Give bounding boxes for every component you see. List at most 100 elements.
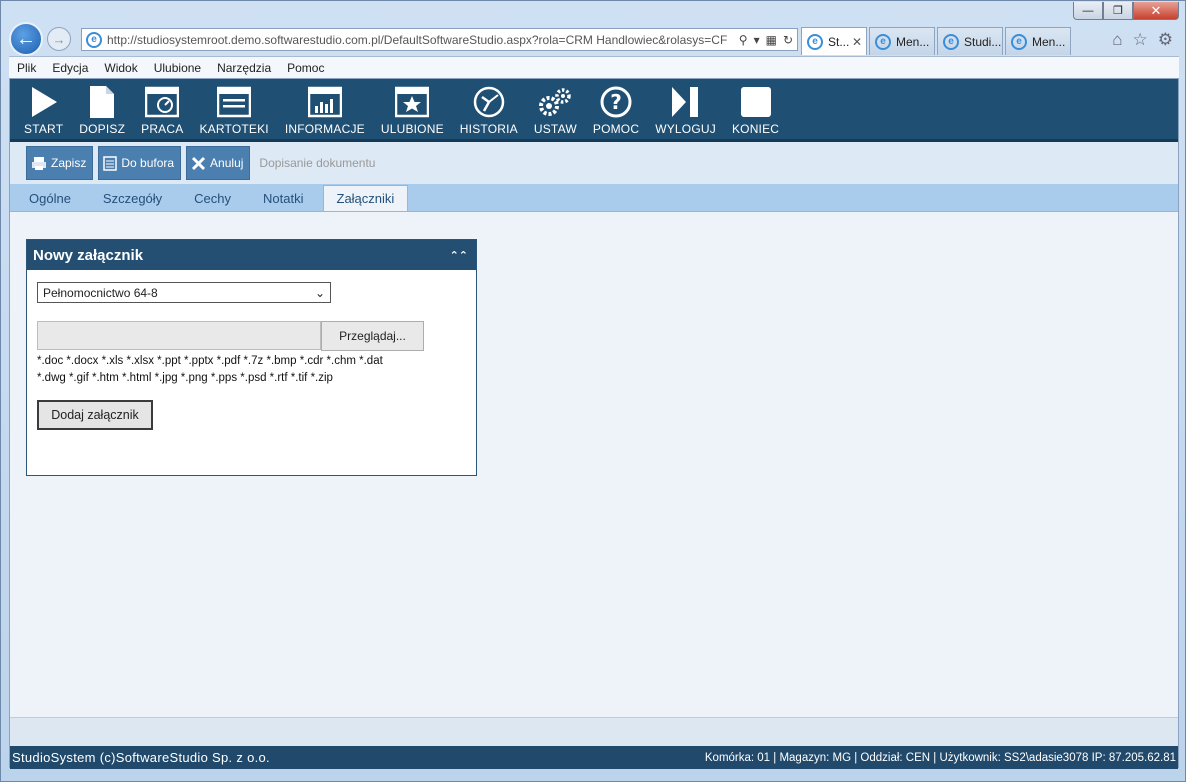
allowed-extensions: *.doc *.docx *.xls *.xlsx *.ppt *.pptx *…: [37, 353, 467, 387]
arrow-left-icon: ←: [16, 27, 36, 50]
toolbar-label: USTAW: [533, 122, 577, 136]
tab-notatki[interactable]: Notatki: [250, 185, 316, 211]
extensions-line: *.doc *.docx *.xls *.xlsx *.ppt *.pptx *…: [37, 355, 383, 367]
menu-narzedzia[interactable]: Narzędzia: [209, 61, 279, 75]
arrow-right-icon: →: [52, 31, 66, 47]
status-bar: StudioSystem (c)SoftwareStudio Sp. z o.o…: [10, 746, 1178, 769]
toolbar-label: HISTORIA: [459, 122, 518, 136]
play-icon: [29, 85, 59, 119]
toolbar-label: ULUBIONE: [380, 122, 444, 136]
ie-tab-icon: e: [943, 33, 959, 50]
toolbar-start-button[interactable]: START: [16, 79, 71, 139]
status-copyright: StudioSystem (c)SoftwareStudio Sp. z o.o…: [12, 750, 270, 765]
svg-text:?: ?: [610, 90, 622, 114]
stop-icon: [740, 85, 772, 119]
help-icon: ?: [599, 85, 633, 119]
close-window-button[interactable]: ✕: [1133, 2, 1179, 20]
toolbar-label: KONIEC: [731, 122, 780, 136]
toolbar-label: START: [24, 122, 64, 136]
file-path-input[interactable]: [37, 321, 321, 350]
select-value: Pełnomocnictwo 64-8: [43, 285, 158, 300]
menu-ulubione[interactable]: Ulubione: [146, 61, 209, 75]
browser-tab-label: Studi...: [964, 34, 1002, 49]
browser-tab-2[interactable]: e Men...: [869, 27, 935, 55]
forward-button[interactable]: →: [47, 27, 71, 51]
document-icon: [89, 85, 115, 119]
toolbar-historia-button[interactable]: HISTORIA: [452, 79, 526, 139]
toolbar-ustaw-button[interactable]: USTAW: [526, 79, 585, 139]
minimize-button[interactable]: —: [1073, 2, 1103, 20]
browser-tab-label: Men...: [896, 34, 930, 49]
extensions-line: *.dwg *.gif *.htm *.html *.jpg *.png *.p…: [37, 372, 333, 384]
toolbar-label: DOPISZ: [79, 122, 126, 136]
back-button[interactable]: ←: [9, 22, 43, 56]
toolbar-label: WYLOGUJ: [655, 122, 716, 136]
refresh-icon[interactable]: ↻: [783, 33, 793, 47]
toolbar-label: INFORMACJE: [284, 122, 365, 136]
dropdown-icon[interactable]: ▾: [754, 33, 760, 47]
tab-ogolne[interactable]: Ogólne: [16, 185, 84, 211]
breadcrumb: Dopisanie dokumentu: [259, 156, 376, 170]
tab-cechy[interactable]: Cechy: [181, 185, 244, 211]
menu-plik[interactable]: Plik: [9, 61, 44, 75]
panel-header: Nowy załącznik ⌃⌃: [27, 240, 476, 270]
cancel-button[interactable]: Anuluj: [186, 146, 251, 180]
toolbar-label: KARTOTEKI: [199, 122, 269, 136]
toolbar-dopisz-button[interactable]: DOPISZ: [71, 79, 133, 139]
toolbar-praca-button[interactable]: PRACA: [133, 79, 191, 139]
toolbar-koniec-button[interactable]: KONIEC: [724, 79, 787, 139]
history-icon: [472, 85, 506, 119]
toolbar-label: PRACA: [141, 122, 184, 136]
collapse-icon[interactable]: ⌃⌃: [450, 249, 468, 262]
search-icon[interactable]: ⚲: [739, 33, 748, 47]
close-tab-icon[interactable]: ✕: [852, 35, 862, 49]
browser-tab-3[interactable]: e Studi...: [937, 27, 1003, 55]
add-attachment-button[interactable]: Dodaj załącznik: [37, 400, 153, 430]
toolbar-ulubione-button[interactable]: ULUBIONE: [373, 79, 452, 139]
title-bar: — ❐ ✕: [1, 1, 1185, 23]
browser-tab-4[interactable]: e Men...: [1005, 27, 1071, 55]
menu-widok[interactable]: Widok: [96, 61, 145, 75]
browser-tab-label: St...: [828, 34, 850, 49]
menu-edycja[interactable]: Edycja: [44, 61, 96, 75]
tab-strip: Ogólne Szczegóły Cechy Notatki Załącznik…: [10, 184, 1178, 212]
ie-tab-icon: e: [807, 33, 823, 50]
compatibility-icon[interactable]: ▦: [766, 33, 777, 47]
menu-pomoc[interactable]: Pomoc: [279, 61, 332, 75]
browser-tab-1[interactable]: e St... ✕: [801, 27, 867, 55]
chevron-down-icon: ⌄: [314, 285, 326, 300]
star-icon: [395, 85, 430, 119]
buffer-button[interactable]: Do bufora: [98, 146, 182, 180]
address-url[interactable]: http://studiosystemroot.demo.softwarestu…: [107, 33, 735, 47]
bar-chart-icon: [307, 85, 342, 119]
save-button[interactable]: Zapisz: [26, 146, 94, 180]
tab-zalaczniki[interactable]: Załączniki: [322, 185, 409, 211]
home-icon[interactable]: ⌂: [1112, 30, 1122, 50]
browser-tab-label: Men...: [1032, 34, 1066, 49]
browse-button[interactable]: Przeglądaj...: [321, 321, 424, 351]
toolbar-label: POMOC: [592, 122, 640, 136]
favorites-icon[interactable]: ☆: [1133, 30, 1148, 50]
toolbar-kartoteki-button[interactable]: KARTOTEKI: [191, 79, 276, 139]
panel-title: Nowy załącznik: [33, 246, 144, 264]
footer-strip: [10, 718, 1178, 746]
maximize-button[interactable]: ❐: [1103, 2, 1133, 20]
tab-szczegoly[interactable]: Szczegóły: [90, 185, 175, 211]
status-session-info: Komórka: 01 | Magazyn: MG | Oddział: CEN…: [704, 751, 1176, 764]
toolbar-wyloguj-button[interactable]: WYLOGUJ: [647, 79, 724, 139]
logout-icon: [670, 85, 702, 119]
buffer-label: Do bufora: [121, 156, 175, 170]
address-bar[interactable]: e http://studiosystemroot.demo.softwares…: [81, 28, 798, 51]
browser-window: — ❐ ✕ ← → e http://studiosystemroot.demo…: [0, 0, 1186, 782]
toolbar-informacje-button[interactable]: INFORMACJE: [277, 79, 373, 139]
navigation-buttons: ← →: [9, 22, 71, 56]
window-list-icon: [217, 85, 252, 119]
toolbar-pomoc-button[interactable]: ? POMOC: [585, 79, 647, 139]
work-area: Nowy załącznik ⌃⌃ Pełnomocnictwo 64-8 ⌄ …: [10, 212, 1178, 718]
close-icon: [191, 156, 206, 171]
work-icon: [145, 85, 180, 119]
attachment-type-select[interactable]: Pełnomocnictwo 64-8 ⌄: [37, 282, 331, 303]
ie-tab-icon: e: [1011, 33, 1027, 50]
file-picker: Przeglądaj...: [37, 321, 424, 351]
gear-icon[interactable]: ⚙: [1158, 30, 1173, 50]
